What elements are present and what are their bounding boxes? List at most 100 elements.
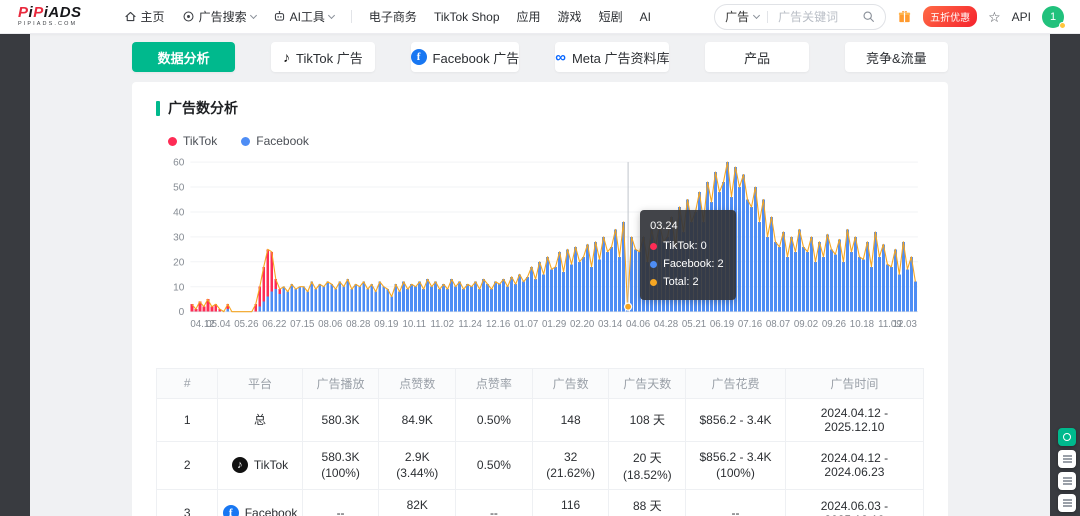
legend-item-facebook[interactable]: Facebook: [241, 134, 309, 148]
x-axis-label: 08.07: [766, 319, 790, 330]
bar-facebook: [805, 251, 809, 312]
tab-产品[interactable]: 产品: [705, 42, 809, 72]
table-header-cell: 平台: [217, 367, 303, 399]
legend-dot: [168, 136, 177, 146]
nav-item-label: TikTok Shop: [433, 9, 500, 24]
bar-facebook: [454, 286, 458, 312]
x-axis-label: 07.15: [290, 319, 314, 330]
legend-item-tiktok[interactable]: TikTok: [168, 134, 217, 148]
bar-facebook: [821, 256, 825, 312]
feedback-icon: [1062, 480, 1072, 482]
bar-facebook: [690, 221, 693, 312]
nav-item[interactable]: 短剧: [599, 8, 623, 25]
bar-facebook: [266, 296, 270, 312]
nav-item[interactable]: 电子商务: [369, 8, 417, 25]
search-input[interactable]: [776, 8, 863, 25]
bar-facebook: [682, 231, 685, 312]
cell-platform: 总: [217, 397, 303, 442]
y-axis-label: 40: [173, 207, 185, 218]
stats-table-wrap: # 平台 广告播放 点赞数 点赞率 广告数 广告天数 广告花费 广告时间 1 总 580.3K 84.…: [155, 367, 925, 516]
hover-point: [623, 302, 633, 311]
cell-index: 3: [155, 488, 219, 516]
nav-item[interactable]: 广告搜索: [182, 8, 257, 25]
bar-facebook: [526, 276, 530, 312]
bar-facebook: [382, 286, 386, 312]
nav-item[interactable]: 主页: [124, 8, 165, 25]
widget-chat-button[interactable]: [1058, 428, 1076, 446]
page-background: 数据分析 ♪ TikTok 广告 f Facebook 广告 ∞ Meta 广告资料库 产品 竞…: [30, 34, 1050, 516]
nav-item-label: 电子商务: [368, 10, 417, 24]
bar-facebook: [450, 279, 454, 312]
nav-item[interactable]: 游戏: [558, 8, 582, 25]
star-icon[interactable]: ☆: [988, 10, 1001, 24]
tab-TikTok 广告[interactable]: ♪ TikTok 广告: [271, 42, 375, 72]
cell-value: 82K: [406, 498, 428, 513]
bar-facebook: [518, 274, 522, 312]
nav-item[interactable]: 应用: [517, 8, 541, 25]
bar-facebook: [426, 279, 430, 312]
nav-item-label: AI工具: [289, 10, 325, 24]
logo[interactable]: PiPiADS PIPIADS.COM: [18, 5, 82, 28]
nav-item[interactable]: AI工具: [273, 8, 335, 25]
tab-竞争&流量[interactable]: 竞争&流量: [844, 42, 948, 72]
promo-badge[interactable]: 五折优惠: [923, 6, 978, 27]
bar-facebook: [674, 246, 677, 312]
search-category-select[interactable]: 广告: [725, 8, 761, 25]
widget-menu-button[interactable]: [1058, 450, 1076, 468]
cell-value: 0.50%: [476, 412, 511, 427]
bar-facebook: [662, 241, 665, 312]
widget-top-button[interactable]: [1058, 494, 1076, 512]
bar-facebook: [610, 246, 613, 312]
bar-facebook: [542, 274, 546, 312]
api-link[interactable]: API: [1012, 10, 1031, 24]
search-category-label: 广告: [725, 10, 750, 24]
avatar-text: 1: [1049, 10, 1057, 23]
platform: ♪ TikTok: [222, 457, 297, 474]
bar-facebook: [438, 289, 442, 312]
platform-name: Facebook: [244, 506, 298, 516]
gift-icon[interactable]: [897, 9, 912, 24]
bar-facebook: [654, 246, 657, 312]
widget-feedback-button[interactable]: [1058, 472, 1076, 490]
bar-facebook: [857, 256, 861, 312]
y-axis-label: 30: [173, 232, 185, 243]
bar-facebook: [606, 251, 609, 312]
bar-facebook: [434, 281, 438, 312]
bar-facebook: [530, 266, 534, 312]
meta-icon: ∞: [555, 48, 566, 66]
nav-item[interactable]: AI: [640, 10, 651, 24]
bar-facebook: [318, 284, 322, 312]
bar-facebook: [793, 251, 797, 312]
x-axis-label: 09.19: [374, 319, 398, 330]
nav-item[interactable]: TikTok Shop: [434, 10, 500, 24]
tab-Facebook 广告[interactable]: f Facebook 广告: [410, 42, 520, 72]
list-icon: [1062, 502, 1072, 504]
search-icon[interactable]: [862, 10, 875, 23]
table-cell: 2024.06.03 - 2025.12.10: [784, 488, 925, 516]
y-axis-label: 60: [173, 158, 185, 169]
user-avatar[interactable]: 1: [1042, 5, 1066, 29]
bar-facebook: [374, 291, 378, 312]
bar-facebook: [270, 291, 274, 312]
cell-platform: ♪ TikTok: [217, 440, 303, 490]
bar-facebook: [726, 162, 729, 312]
chart-area[interactable]: 0 10 20 30 40 50 60 04.12 05.04 05.26 06.22 07.15 08…: [156, 152, 924, 338]
x-axis-label: 04.06: [626, 319, 650, 330]
table-cell: $856.2 - 3.4K (100%): [685, 440, 786, 490]
bar-facebook: [905, 269, 909, 312]
bar-facebook: [338, 281, 342, 312]
table-cell: 2024.04.12 - 2024.06.23: [784, 440, 925, 490]
bar-tiktok: [278, 289, 282, 295]
bar-facebook: [390, 296, 394, 312]
bar-facebook: [386, 289, 390, 312]
bar-facebook: [406, 289, 410, 312]
bar-facebook: [458, 281, 462, 312]
ads-count-chart[interactable]: 010203040506004.1205.04 05.26 06.22 07.15 08…: [156, 152, 924, 338]
x-axis-label: 04.28: [654, 319, 678, 330]
search-bar[interactable]: 广告: [714, 3, 887, 30]
x-axis-label: 12.16: [486, 319, 510, 330]
tab-label: Facebook 广告: [432, 50, 520, 66]
table-row: 2 ♪ TikTok 580.3K (100%) 2.9K (3.44%) 0.50% 32 (2…: [155, 440, 925, 490]
tab-数据分析[interactable]: 数据分析: [132, 42, 236, 72]
tab-Meta 广告资料库[interactable]: ∞ Meta 广告资料库: [555, 42, 670, 72]
